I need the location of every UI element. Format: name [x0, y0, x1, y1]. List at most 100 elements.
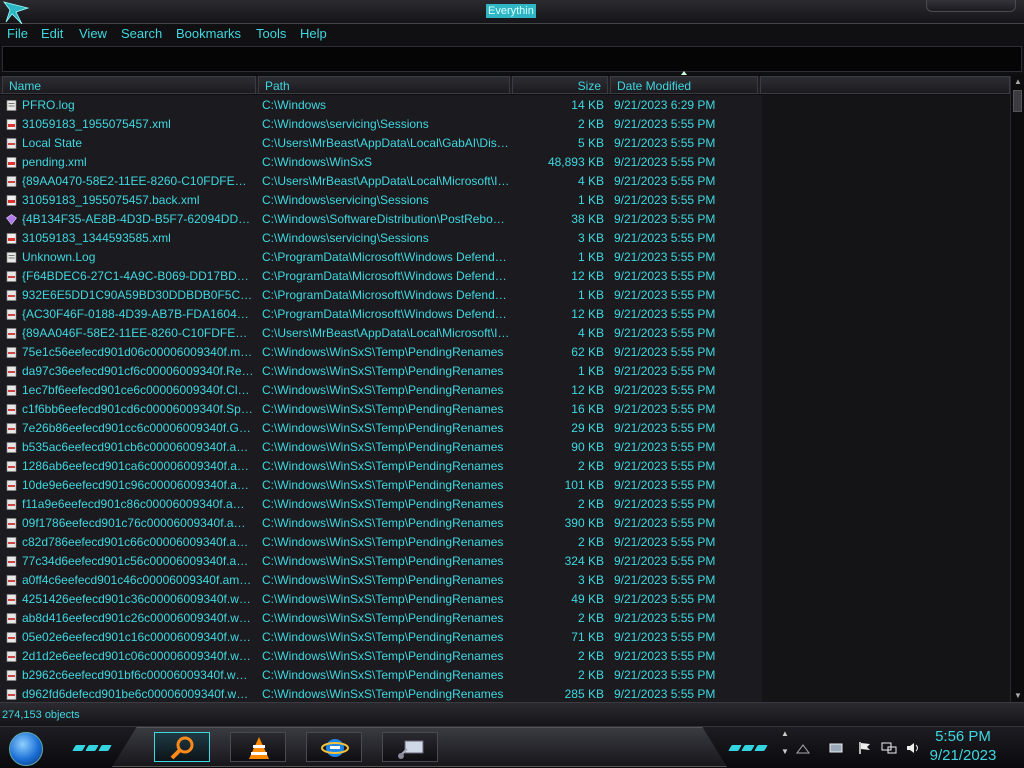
menu-search[interactable]: Search — [121, 26, 162, 41]
table-row[interactable]: 05e02e6eefecd901c16c00006009340f.wow64_.… — [0, 628, 762, 647]
display-icon[interactable] — [881, 741, 897, 755]
table-row[interactable]: {4B134F35-AE8B-4D3D-B5F7-62094DD5B82... C… — [0, 210, 762, 229]
flag-icon[interactable] — [857, 741, 873, 755]
menu-edit[interactable]: Edit — [41, 26, 63, 41]
table-row[interactable]: a0ff4c6eefecd901c46c00006009340f.amd64_.… — [0, 571, 762, 590]
file-icon — [6, 670, 17, 681]
title-bar[interactable]: Everythin — [0, 0, 1024, 26]
table-row[interactable]: 1ec7bf6eefecd901ce6c00006009340f.Cleanup… — [0, 381, 762, 400]
cell-date-modified: 9/21/2023 5:55 PM — [614, 174, 716, 188]
menu-bookmarks[interactable]: Bookmarks — [176, 26, 241, 41]
column-header-path[interactable]: Path — [258, 76, 510, 94]
cell-size: 1 KB — [577, 193, 604, 207]
file-icon — [6, 271, 17, 282]
column-header-name[interactable]: Name — [2, 76, 256, 94]
cell-name: 77c34d6eefecd901c56c00006009340f.amd64..… — [22, 554, 254, 568]
cell-date-modified: 9/21/2023 5:55 PM — [614, 649, 716, 663]
table-row[interactable]: 7e26b86eefecd901cc6c00006009340f.General… — [0, 419, 762, 438]
cell-date-modified: 9/21/2023 5:55 PM — [614, 155, 716, 169]
cell-path: C:\Users\MrBeast\AppData\Local\GabAI\Dis… — [262, 136, 510, 150]
table-row[interactable]: da97c36eefecd901cf6c00006009340f.Respeci… — [0, 362, 762, 381]
column-headers: Name Path Size Date Modified — [0, 76, 1010, 94]
search-input[interactable] — [2, 46, 1022, 72]
cell-date-modified: 9/21/2023 5:55 PM — [614, 212, 716, 226]
cell-size: 12 KB — [571, 307, 604, 321]
menu-view[interactable]: View — [79, 26, 107, 41]
cell-name: 1286ab6eefecd901ca6c00006009340f.amd64_.… — [22, 459, 254, 473]
network-icon[interactable] — [828, 741, 844, 755]
table-row[interactable]: f11a9e6eefecd901c86c00006009340f.amd64_.… — [0, 495, 762, 514]
table-row[interactable]: b535ac6eefecd901cb6c00006009340f.amd64..… — [0, 438, 762, 457]
menu-tools[interactable]: Tools — [256, 26, 286, 41]
cell-path: C:\Windows\WinSxS\Temp\PendingRenames — [262, 516, 504, 530]
cell-date-modified: 9/21/2023 5:55 PM — [614, 668, 716, 682]
column-header-date-modified[interactable]: Date Modified — [610, 76, 758, 94]
cell-name: 31059183_1955075457.xml — [22, 117, 171, 131]
cell-name: 4251426eefecd901c36c00006009340f.wow64_.… — [22, 592, 254, 606]
table-row[interactable]: PFRO.log C:\Windows 14 KB 9/21/2023 6:29 PM — [0, 96, 762, 115]
cell-path: C:\ProgramData\Microsoft\Windows Defende… — [262, 288, 510, 302]
scrollbar-thumb[interactable] — [1013, 90, 1022, 112]
column-header-size[interactable]: Size — [512, 76, 608, 94]
table-row[interactable]: 4251426eefecd901c36c00006009340f.wow64_.… — [0, 590, 762, 609]
file-icon — [6, 518, 17, 529]
table-row[interactable]: Unknown.Log C:\ProgramData\Microsoft\Wind… — [0, 248, 762, 267]
scroll-up-arrow-icon[interactable]: ▲ — [1012, 76, 1024, 88]
table-row[interactable]: 31059183_1344593585.xml C:\Windows\servic… — [0, 229, 762, 248]
cell-size: 1 KB — [577, 250, 604, 264]
table-row[interactable]: ab8d416eefecd901c26c00006009340f.wow64_.… — [0, 609, 762, 628]
table-row[interactable]: 09f1786eefecd901c76c00006009340f.amd64_.… — [0, 514, 762, 533]
taskbar-scroll[interactable]: ▲ ▼ — [780, 729, 790, 767]
table-row[interactable]: 1286ab6eefecd901ca6c00006009340f.amd64_.… — [0, 457, 762, 476]
menu-file[interactable]: File — [7, 26, 28, 41]
table-row[interactable]: Local State C:\Users\MrBeast\AppData\Loca… — [0, 134, 762, 153]
taskbar-everything[interactable] — [154, 732, 210, 762]
cell-date-modified: 9/21/2023 5:55 PM — [614, 592, 716, 606]
table-row[interactable]: d962fd6defecd901be6c00006009340f.wow64..… — [0, 685, 762, 702]
cell-size: 4 KB — [577, 326, 604, 340]
cell-path: C:\Windows\WinSxS\Temp\PendingRenames — [262, 611, 504, 625]
file-icon — [6, 575, 17, 586]
results-list[interactable]: PFRO.log C:\Windows 14 KB 9/21/2023 6:29 PM… — [0, 95, 1010, 702]
taskbar-internet-explorer[interactable] — [306, 732, 362, 762]
table-row[interactable]: b2962c6eefecd901bf6c00006009340f.wow64_.… — [0, 666, 762, 685]
menu-help[interactable]: Help — [300, 26, 327, 41]
cell-size: 101 KB — [564, 478, 604, 492]
taskbar-vlc[interactable] — [230, 732, 286, 762]
table-row[interactable]: pending.xml C:\Windows\WinSxS 48,893 KB 9/2… — [0, 153, 762, 172]
table-row[interactable]: {AC30F46F-0188-4D39-AB7B-FDA160458FD5} C:… — [0, 305, 762, 324]
table-row[interactable]: {89AA0470-58E2-11EE-8260-C10FDFEB5D78}..… — [0, 172, 762, 191]
table-row[interactable]: 77c34d6eefecd901c56c00006009340f.amd64..… — [0, 552, 762, 571]
start-button[interactable] — [9, 732, 43, 766]
file-icon — [6, 138, 17, 149]
cell-path: C:\Windows\WinSxS\Temp\PendingRenames — [262, 687, 504, 701]
cell-name: {AC30F46F-0188-4D39-AB7B-FDA160458FD5} — [22, 307, 254, 321]
table-row[interactable]: c82d786eefecd901c66c00006009340f.amd64..… — [0, 533, 762, 552]
system-clock[interactable]: 5:56 PM 9/21/2023 — [918, 727, 1008, 765]
table-row[interactable]: 10de9e6eefecd901c96c00006009340f.amd64_.… — [0, 476, 762, 495]
show-hidden-icons-icon[interactable] — [795, 741, 811, 755]
cell-path: C:\Windows\WinSxS\Temp\PendingRenames — [262, 440, 504, 454]
column-header-empty[interactable] — [760, 76, 1010, 94]
window-controls[interactable] — [926, 0, 1016, 12]
taskbar-network-app[interactable] — [382, 732, 438, 762]
table-row[interactable]: {F64BDEC6-27C1-4A9C-B069-DD17BDC13FE7} C:… — [0, 267, 762, 286]
cell-name: a0ff4c6eefecd901c46c00006009340f.amd64_.… — [22, 573, 254, 587]
cell-path: C:\Windows\servicing\Sessions — [262, 193, 429, 207]
table-row[interactable]: 75e1c56eefecd901d06c00006009340f.migrati… — [0, 343, 762, 362]
table-row[interactable]: 2d1d2e6eefecd901c06c00006009340f.wow64..… — [0, 647, 762, 666]
table-row[interactable]: {89AA046F-58E2-11EE-8260-C10FDFEB5D78}..… — [0, 324, 762, 343]
table-row[interactable]: 31059183_1955075457.back.xml C:\Windows\s… — [0, 191, 762, 210]
table-row[interactable]: 31059183_1955075457.xml C:\Windows\servic… — [0, 115, 762, 134]
cell-date-modified: 9/21/2023 5:55 PM — [614, 630, 716, 644]
table-row[interactable]: c1f6bb6eefecd901cd6c00006009340f.Special… — [0, 400, 762, 419]
table-row[interactable]: 932E6E5DD1C90A59BD30DDBDB0F5C545 C:\Progr… — [0, 286, 762, 305]
cell-name: c82d786eefecd901c66c00006009340f.amd64..… — [22, 535, 254, 549]
cell-name: 2d1d2e6eefecd901c06c00006009340f.wow64..… — [22, 649, 254, 663]
scroll-down-arrow-icon[interactable]: ▼ — [1012, 690, 1024, 702]
file-icon — [6, 442, 17, 453]
cell-path: C:\Windows\WinSxS\Temp\PendingRenames — [262, 345, 504, 359]
vertical-scrollbar[interactable]: ▲ ▼ — [1010, 76, 1024, 702]
cell-path: C:\Windows\WinSxS\Temp\PendingRenames — [262, 364, 504, 378]
app-logo-icon[interactable] — [2, 0, 32, 26]
